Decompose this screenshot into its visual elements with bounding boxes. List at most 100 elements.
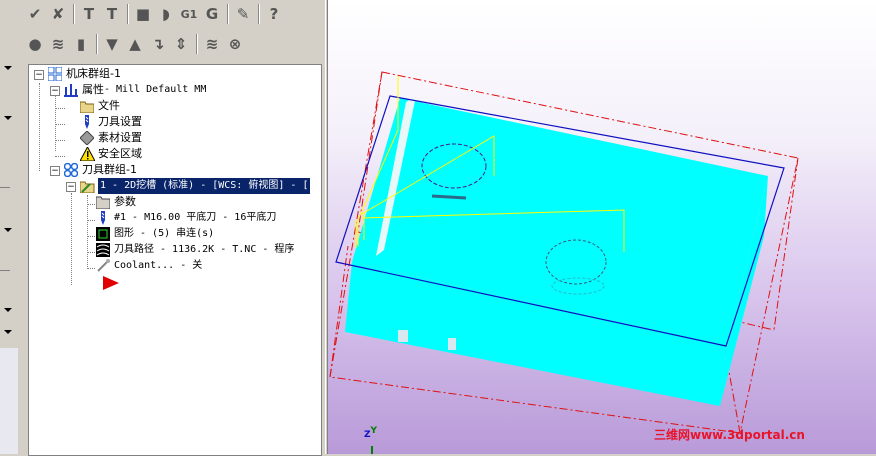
- properties-icon: [63, 83, 79, 97]
- collapse-toggle[interactable]: −: [50, 86, 60, 96]
- collapse-arrow-icon[interactable]: [4, 116, 12, 120]
- expand-icon[interactable]: ⇕: [170, 33, 192, 55]
- axis-label: ZY: [364, 426, 377, 440]
- tree-item-suffix: - Mill Default MM: [104, 84, 207, 95]
- g1-icon[interactable]: G1: [178, 3, 200, 25]
- help-icon[interactable]: ?: [263, 3, 285, 25]
- tree-item-label: 1 - 2D挖槽 (标准) - [WCS: 俯视图] - [: [98, 178, 311, 194]
- tree-item-label: 刀具群组-1: [82, 163, 137, 176]
- simulate-icon[interactable]: ⊗: [224, 33, 246, 55]
- tree-line: [55, 124, 65, 125]
- tool-icon: [95, 211, 111, 225]
- tree-line: [87, 268, 95, 269]
- toolpath-icon: [95, 243, 111, 257]
- wave-icon[interactable]: ≋: [47, 33, 69, 55]
- tree-line: [55, 140, 65, 141]
- side-panel-lower: [0, 348, 18, 454]
- tree-item-label: 素材设置: [98, 131, 142, 144]
- select-icon[interactable]: ▮: [70, 33, 92, 55]
- tree-item-toolpath-group[interactable]: 刀具群组-1: [63, 162, 137, 178]
- tree-line: [87, 252, 95, 253]
- toolpath-group-icon: [63, 163, 79, 177]
- tree-item-tool-settings[interactable]: 刀具设置: [79, 114, 142, 130]
- collapse-arrow-icon[interactable]: [4, 66, 12, 70]
- warning-icon: [79, 147, 95, 161]
- edit-icon[interactable]: ✎: [232, 3, 254, 25]
- toolbar-row-1: ✔ ✘ T T ■ ◗ G1 G ✎ ?: [24, 1, 286, 27]
- tree-item-label: 属性: [82, 83, 104, 96]
- tree-item-operation[interactable]: 1 - 2D挖槽 (标准) - [WCS: 俯视图] - [: [79, 178, 311, 194]
- tree-item-geometry[interactable]: 图形 - (5) 串连(s): [95, 226, 214, 242]
- machine-group-icon: [47, 67, 63, 81]
- tree-item-label: 安全区域: [98, 147, 142, 160]
- params-folder-icon: [95, 195, 111, 209]
- tree-item-properties[interactable]: 属性 - Mill Default MM: [63, 82, 206, 98]
- toolbar-separator: [73, 4, 75, 24]
- geometry-icon: [95, 227, 111, 241]
- graphics-viewport[interactable]: ZY 三维网www.3dportal.cn: [328, 0, 876, 454]
- tree-item-label: 图形 - (5) 串连(s): [114, 228, 215, 239]
- tree-line: [87, 220, 95, 221]
- move-up-icon[interactable]: ▲: [124, 33, 146, 55]
- toolbar-row-2: ● ≋ ▮ ▼ ▲ ↴ ⇕ ≋ ⊗: [24, 31, 247, 57]
- tree-line: [55, 108, 65, 109]
- viewport-canvas: [329, 71, 799, 454]
- operations-tree[interactable]: − − − − 机床群组-1 属性 - Mill Default MM 文件 刀…: [28, 64, 322, 456]
- tree-item-coolant[interactable]: Coolant... - 关: [95, 258, 202, 274]
- insert-arrow-icon[interactable]: ↴: [147, 33, 169, 55]
- lock-icon[interactable]: ●: [24, 33, 46, 55]
- toggle-post-icon[interactable]: T: [101, 3, 123, 25]
- collapse-arrow-icon[interactable]: [4, 228, 12, 232]
- pocket-contour: [431, 194, 467, 200]
- toolbar-separator: [127, 4, 129, 24]
- toggle-display-icon[interactable]: T: [78, 3, 100, 25]
- part-model: [345, 96, 768, 406]
- tree-item-label: 刀具设置: [98, 115, 142, 128]
- tree-item-tool[interactable]: #1 - M16.00 平底刀 - 16平底刀: [95, 210, 276, 226]
- tree-item-label: Coolant... - 关: [114, 260, 203, 271]
- tree-item-label: 刀具路径 - 1136.2K - T.NC - 程序: [114, 244, 295, 255]
- tree-line: [87, 195, 88, 269]
- tree-line: [55, 93, 56, 151]
- collapse-arrow-icon[interactable]: [4, 308, 12, 312]
- tree-line: [87, 204, 95, 205]
- shape-icon[interactable]: ◗: [155, 3, 177, 25]
- tree-line: [39, 83, 40, 171]
- stop-icon[interactable]: ■: [132, 3, 154, 25]
- toolbar-separator: [227, 4, 229, 24]
- check-select-icon[interactable]: ✘: [47, 3, 69, 25]
- check-all-icon[interactable]: ✔: [24, 3, 46, 25]
- operations-manager-panel: ✔ ✘ T T ■ ◗ G1 G ✎ ? ● ≋ ▮ ▼ ▲ ↴ ⇕ ≋ ⊗ −…: [18, 0, 325, 456]
- tree-item-stock-setup[interactable]: 素材设置: [79, 130, 142, 146]
- tool-icon: [79, 115, 95, 129]
- collapse-toggle[interactable]: −: [50, 166, 60, 176]
- tree-item-toolpath[interactable]: 刀具路径 - 1136.2K - T.NC - 程序: [95, 242, 294, 258]
- toolbar-separator: [258, 4, 260, 24]
- collapse-arrow-icon[interactable]: [4, 330, 12, 334]
- tree-item-label: #1 - M16.00 平底刀 - 16平底刀: [114, 212, 277, 223]
- insert-position-arrow-icon[interactable]: [103, 275, 119, 291]
- tree-line: [71, 193, 72, 285]
- tree-item-params[interactable]: 参数: [95, 194, 136, 210]
- post-icon[interactable]: G: [201, 3, 223, 25]
- left-side-strip: [0, 0, 19, 454]
- watermark-text: 三维网www.3dportal.cn: [654, 428, 805, 442]
- toolbar-separator: [196, 34, 198, 54]
- tree-line: [87, 236, 95, 237]
- collapse-toggle[interactable]: −: [34, 70, 44, 80]
- tree-item-machine-group[interactable]: 机床群组-1: [47, 66, 121, 82]
- tree-item-label: 参数: [114, 195, 136, 208]
- operation-folder-icon: [79, 179, 95, 193]
- collapse-toggle[interactable]: −: [66, 182, 76, 192]
- toolbar-separator: [96, 34, 98, 54]
- separator: [0, 270, 10, 271]
- coolant-icon: [95, 259, 111, 273]
- highspeed-icon[interactable]: ≋: [201, 33, 223, 55]
- stock-icon: [79, 131, 95, 145]
- tree-item-safety-zone[interactable]: 安全区域: [79, 146, 142, 162]
- separator: [0, 187, 10, 188]
- tree-item-label: 机床群组-1: [66, 67, 121, 80]
- tree-item-files[interactable]: 文件: [79, 98, 120, 114]
- move-down-icon[interactable]: ▼: [101, 33, 123, 55]
- axis-z-label: Z: [364, 430, 371, 440]
